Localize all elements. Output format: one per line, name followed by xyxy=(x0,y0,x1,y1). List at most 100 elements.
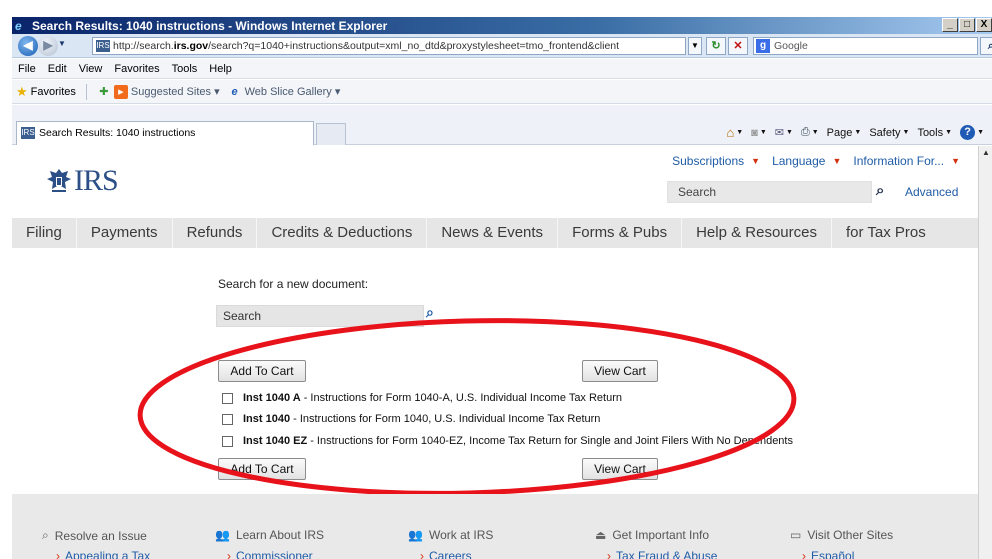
document-name: Inst 1040 xyxy=(243,413,291,425)
web-search-input[interactable]: g Google xyxy=(753,37,978,55)
site-search-input[interactable]: Search xyxy=(667,181,872,203)
home-button[interactable]: ⌂ ▼ xyxy=(726,125,743,140)
page-menu-label: Page xyxy=(826,126,853,139)
safety-menu[interactable]: Safety ▼ xyxy=(869,127,909,139)
document-checkbox[interactable] xyxy=(222,413,233,425)
footer-link[interactable]: › Commissioner xyxy=(227,549,313,559)
scroll-up-arrow-icon[interactable]: ▲ xyxy=(979,146,992,160)
footer-link[interactable]: › Appealing a Tax xyxy=(56,549,150,559)
footer-link[interactable]: › Careers xyxy=(420,549,472,559)
safety-menu-label: Safety xyxy=(869,126,901,139)
nav-filing[interactable]: Filing xyxy=(12,218,77,248)
browser-tab-active[interactable]: IRS Search Results: 1040 instructions xyxy=(16,121,314,145)
print-button[interactable]: ⎙ ▼ xyxy=(801,126,819,139)
nav-forms-pubs[interactable]: Forms & Pubs xyxy=(558,218,683,248)
monitor-icon: ▭ xyxy=(790,528,802,542)
window-controls: _ □ X xyxy=(941,18,992,32)
nav-help-resources[interactable]: Help & Resources xyxy=(682,218,832,248)
view-cart-button[interactable]: View Cart xyxy=(582,360,658,382)
feeds-button[interactable]: ◙ ▼ xyxy=(751,127,767,139)
footer: ⌕ Resolve an Issue 👥 Learn About IRS 👥 Work… xyxy=(12,494,978,559)
add-to-cart-button-bottom[interactable]: Add To Cart xyxy=(218,458,306,480)
footer-link[interactable]: › Tax Fraud & Abuse xyxy=(607,549,717,559)
view-cart-button-bottom[interactable]: View Cart xyxy=(582,458,658,480)
menu-tools[interactable]: Tools xyxy=(172,63,198,75)
language-menu[interactable]: Language ▼ xyxy=(772,154,841,168)
document-checkbox[interactable] xyxy=(222,435,233,447)
page-menu[interactable]: Page ▼ xyxy=(827,127,862,139)
nav-tax-pros[interactable]: for Tax Pros xyxy=(832,218,940,248)
feeds-icon: ◙ xyxy=(751,126,758,139)
window-title: Search Results: 1040 instructions - Wind… xyxy=(32,18,388,33)
search-icon[interactable]: ⌕ xyxy=(426,304,434,321)
address-row: ◀ ▶ ▼ IRS http://search.irs.gov/search?q… xyxy=(12,34,992,58)
help-menu[interactable]: ? ▼ xyxy=(960,125,984,140)
home-icon: ⌂ xyxy=(726,125,735,140)
document-checkbox[interactable] xyxy=(222,392,233,404)
stop-button[interactable]: ✕ xyxy=(728,37,748,55)
page-content: IRS Subscriptions ▼ Language ▼ Information… xyxy=(12,146,978,559)
refresh-button[interactable]: ↻ xyxy=(706,37,726,55)
menu-view[interactable]: View xyxy=(79,63,103,75)
add-favorite-icon[interactable]: ✚ xyxy=(97,85,111,99)
irs-logo-text: IRS xyxy=(74,164,119,197)
document-search-input[interactable]: Search xyxy=(216,305,424,327)
search-icon[interactable]: ⌕ xyxy=(876,182,884,199)
people-icon: 👥 xyxy=(408,528,423,542)
footer-col-work[interactable]: 👥 Work at IRS xyxy=(408,528,493,542)
web-search-button[interactable]: ⌕ xyxy=(980,37,992,55)
document-desc: - Instructions for Form 1040, U.S. Indiv… xyxy=(293,413,601,425)
mail-button[interactable]: ✉ ▼ xyxy=(775,126,793,139)
menu-favorites[interactable]: Favorites xyxy=(114,63,159,75)
vertical-scrollbar[interactable]: ▲ xyxy=(978,146,992,559)
utility-nav: Subscriptions ▼ Language ▼ Information For… xyxy=(660,154,960,168)
chevron-down-icon: ▼ xyxy=(832,156,842,166)
document-row: Inst 1040 - Instructions for Form 1040, … xyxy=(222,413,600,425)
subscriptions-label: Subscriptions xyxy=(672,154,745,168)
minimize-button[interactable]: _ xyxy=(942,18,958,32)
menu-file[interactable]: File xyxy=(18,63,36,75)
web-slice-label: Web Slice Gallery ▾ xyxy=(244,86,341,98)
address-bar[interactable]: IRS http://search.irs.gov/search?q=1040+… xyxy=(92,37,686,55)
add-to-cart-button[interactable]: Add To Cart xyxy=(218,360,306,382)
tools-menu-label: Tools xyxy=(917,126,944,139)
new-tab-button[interactable] xyxy=(316,123,346,145)
maximize-button[interactable]: □ xyxy=(959,18,975,32)
forward-button[interactable]: ▶ xyxy=(38,36,58,56)
footer-col-sites[interactable]: ▭ Visit Other Sites xyxy=(790,528,893,542)
command-bar: ⌂ ▼ ◙ ▼ ✉ ▼ ⎙ ▼ Page ▼ Safety ▼ Tools ▼ ? ▼ xyxy=(718,125,984,140)
footer-link[interactable]: › Español xyxy=(802,549,854,559)
menu-help[interactable]: Help xyxy=(209,63,232,75)
footer-col-resolve[interactable]: ⌕ Resolve an Issue xyxy=(42,528,147,543)
mail-icon: ✉ xyxy=(774,127,784,139)
document-name: Inst 1040 A xyxy=(243,392,301,404)
footer-col-learn[interactable]: 👥 Learn About IRS xyxy=(215,528,324,542)
recent-pages-dropdown[interactable]: ▼ xyxy=(58,39,66,48)
irs-logo[interactable]: IRS xyxy=(46,164,119,198)
close-button[interactable]: X xyxy=(976,18,992,32)
nav-refunds[interactable]: Refunds xyxy=(173,218,258,248)
nav-payments[interactable]: Payments xyxy=(77,218,173,248)
nav-news-events[interactable]: News & Events xyxy=(427,218,559,248)
favorites-button[interactable]: Favorites xyxy=(31,86,76,98)
advanced-search-link[interactable]: Advanced xyxy=(905,185,958,199)
url-prefix: http://search. xyxy=(113,40,174,52)
favbar-divider xyxy=(85,83,87,100)
information-for-label: Information For... xyxy=(853,154,945,168)
favorites-star-icon: ★ xyxy=(16,83,28,99)
footer-col-info[interactable]: ⏏ Get Important Info xyxy=(595,528,709,542)
suggested-sites-link[interactable]: ▸ Suggested Sites ▾ xyxy=(113,84,220,99)
ie-small-icon: e xyxy=(231,85,238,98)
tools-menu[interactable]: Tools ▼ xyxy=(917,127,952,139)
subscriptions-menu[interactable]: Subscriptions ▼ xyxy=(672,154,760,168)
menu-edit[interactable]: Edit xyxy=(48,63,67,75)
suggested-sites-label: Suggested Sites ▾ xyxy=(130,86,220,98)
nav-credits-deductions[interactable]: Credits & Deductions xyxy=(257,218,428,248)
document-row: Inst 1040 EZ - Instructions for Form 104… xyxy=(222,435,793,447)
address-dropdown-button[interactable]: ▼ xyxy=(688,37,702,55)
url-domain: irs.gov xyxy=(173,40,209,52)
information-for-menu[interactable]: Information For... ▼ xyxy=(853,154,960,168)
back-button[interactable]: ◀ xyxy=(18,36,38,56)
web-slice-gallery-link[interactable]: e Web Slice Gallery ▾ xyxy=(228,85,341,99)
chevron-down-icon: ▼ xyxy=(951,156,960,166)
